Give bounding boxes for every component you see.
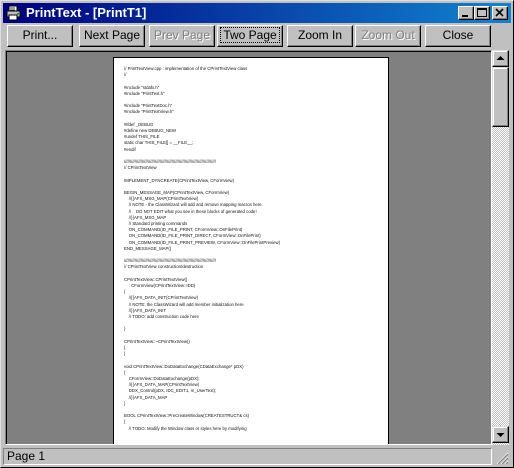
- preview-text-line: ////////////////////////////////////////…: [124, 159, 216, 164]
- scroll-down-button[interactable]: [492, 426, 509, 443]
- preview-text-line: #define new DEBUG_NEW: [124, 128, 177, 133]
- scroll-thumb[interactable]: [492, 67, 509, 127]
- preview-text-line: ON_COMMAND(ID_FILE_PRINT, CFormView::OnF…: [124, 227, 243, 233]
- preview-text-line: }: [124, 400, 126, 406]
- preview-text-line: // DO NOT EDIT what you see in these blo…: [124, 208, 257, 214]
- preview-text-line: //}}AFX_DATA_INIT: [124, 307, 167, 313]
- maximize-button[interactable]: [474, 6, 490, 20]
- preview-text-line: // PrintTextView.cpp : implementation of…: [124, 66, 248, 71]
- two-page-button-label: Two Page: [220, 27, 280, 43]
- preview-text-line: //: [124, 72, 127, 78]
- status-page-label: Page 1: [7, 449, 46, 463]
- preview-text-line: // NOTE - the ClassWizard will add and r…: [124, 202, 263, 208]
- preview-text-line: #include "PrintTextDoc.h": [124, 103, 173, 109]
- preview-text-line: // Standard printing commands: [124, 221, 188, 226]
- zoom-out-button[interactable]: Zoom Out: [355, 25, 421, 47]
- two-page-button[interactable]: Two Page: [217, 25, 283, 47]
- preview-area[interactable]: // PrintTextView.cpp : implementation of…: [5, 50, 492, 445]
- preview-text-line: #include "PrintText.h": [124, 90, 165, 96]
- close-preview-button[interactable]: Close: [425, 25, 491, 47]
- preview-text-line: #undef THIS_FILE: [124, 134, 160, 140]
- preview-text-line: {: [124, 369, 126, 375]
- close-icon: [495, 8, 504, 17]
- close-window-button[interactable]: [492, 6, 508, 20]
- prev-page-button-label: Prev Page: [153, 28, 211, 42]
- preview-text-line: CFormView::DoDataExchange(pDX);: [124, 376, 200, 381]
- preview-text-line: {: [124, 345, 126, 350]
- close-preview-button-label: Close: [442, 28, 474, 42]
- maximize-icon: [477, 8, 487, 17]
- preview-text-line: CPrintTextView::~CPrintTextView(): [124, 338, 190, 344]
- preview-text-line: static char THIS_FILE[] = __FILE__;: [124, 140, 194, 146]
- preview-text-line: //{{AFX_MSG_MAP(CPrintTextView): [124, 196, 199, 202]
- preview-text-line: //{{AFX_DATA_INIT(CPrintTextView): [124, 295, 199, 301]
- preview-page: // PrintTextView.cpp : implementation of…: [113, 57, 389, 444]
- preview-text-line: END_MESSAGE_MAP(): [124, 245, 172, 251]
- scroll-up-button[interactable]: [492, 50, 509, 67]
- print-button-label: Print...: [22, 28, 58, 42]
- preview-text-line: //}}AFX_MSG_MAP: [124, 214, 167, 220]
- preview-text-line: // NOTE: the ClassWizard will add member…: [124, 301, 244, 307]
- preview-text-line: void CPrintTextView::DoDataExchange(CDat…: [124, 363, 244, 369]
- preview-text-line: IMPLEMENT_DYNCREATE(CPrintTextView, CFor…: [124, 177, 235, 183]
- print-button[interactable]: Print...: [7, 25, 73, 47]
- prev-page-button[interactable]: Prev Page: [149, 25, 215, 47]
- size-grip-icon[interactable]: [494, 450, 509, 465]
- preview-text-line: CPrintTextView::CPrintTextView(): [124, 276, 188, 282]
- preview-text-line: // CPrintTextView construction/destructi…: [124, 264, 204, 270]
- preview-text-line: #endif: [124, 146, 136, 152]
- zoom-in-button-label: Zoom In: [297, 28, 342, 42]
- title-bar[interactable]: PrintText - [PrintT1]: [3, 3, 511, 23]
- status-bar: Page 1: [3, 447, 511, 466]
- preview-text-line: ////////////////////////////////////////…: [124, 258, 216, 264]
- preview-text-line: ON_COMMAND(ID_FILE_PRINT_PREVIEW, CFormV…: [124, 239, 281, 245]
- preview-text-line: BEGIN_MESSAGE_MAP(CPrintTextView, CFormV…: [124, 190, 230, 195]
- vertical-scrollbar[interactable]: [492, 50, 509, 445]
- preview-text-line: }: [124, 351, 126, 357]
- preview-text-line: // TODO: add construction code here: [124, 314, 199, 319]
- preview-text-line: DDX_Control(pDX, IDC_EDIT1, m_UserText);: [124, 388, 217, 394]
- preview-toolbar: Print... Next Page Prev Page Two Page Zo…: [3, 25, 511, 48]
- arrow-down-icon: [496, 433, 505, 437]
- status-page-pane: Page 1: [3, 448, 492, 465]
- print-preview-window: PrintText - [PrintT1] Print... Next Page: [0, 0, 514, 468]
- preview-text-line: : CFormView(CPrintTextView::IDD): [124, 283, 196, 288]
- preview-text-line: // TODO: Modify the Window class or styl…: [124, 425, 247, 431]
- zoom-in-button[interactable]: Zoom In: [287, 25, 353, 47]
- preview-text-line: #include "stdafx.h": [124, 84, 160, 90]
- printer-app-icon: [6, 5, 21, 21]
- preview-text-line: #include "PrintTextView.h": [124, 109, 174, 115]
- preview-text-line: #ifdef _DEBUG: [124, 121, 154, 127]
- window-title: PrintText - [PrintT1]: [26, 5, 147, 20]
- preview-text-line: BOOL CPrintTextView::PreCreateWindow(CRE…: [124, 413, 250, 419]
- preview-text-line: ON_COMMAND(ID_FILE_PRINT_DIRECT, CFormVi…: [124, 233, 261, 239]
- minimize-button[interactable]: [458, 6, 474, 20]
- next-page-button[interactable]: Next Page: [79, 25, 145, 47]
- preview-text-line: {: [124, 289, 126, 295]
- next-page-button-label: Next Page: [83, 28, 141, 42]
- zoom-out-button-label: Zoom Out: [361, 28, 415, 42]
- arrow-up-icon: [496, 56, 505, 60]
- preview-text-line: //{{AFX_DATA_MAP(CPrintTextView): [124, 382, 200, 388]
- preview-text-line: //}}AFX_DATA_MAP: [124, 394, 168, 400]
- preview-text-line: }: [124, 326, 126, 332]
- preview-text-line: {: [124, 419, 126, 425]
- minimize-icon: [462, 15, 468, 17]
- preview-text-line: // CPrintTextView: [124, 165, 157, 171]
